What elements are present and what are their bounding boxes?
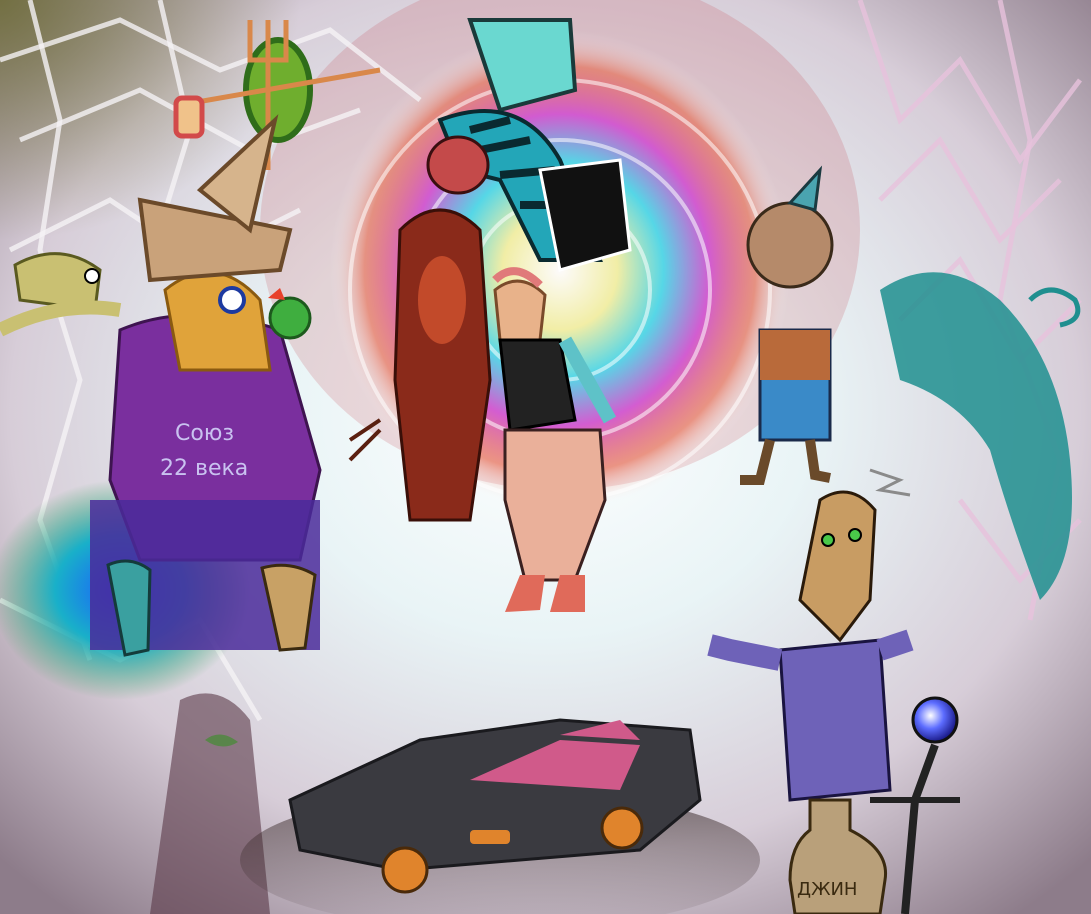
surreal-collage-illustration: Союз 22 века ДЖИН (0, 0, 1091, 914)
sweater-text-line2: 22 века (160, 456, 248, 481)
sweater-text-line1: Союз (175, 421, 234, 446)
artwork-canvas: Союз 22 века ДЖИН (0, 0, 1091, 914)
bottle-label: ДЖИН (797, 879, 857, 900)
